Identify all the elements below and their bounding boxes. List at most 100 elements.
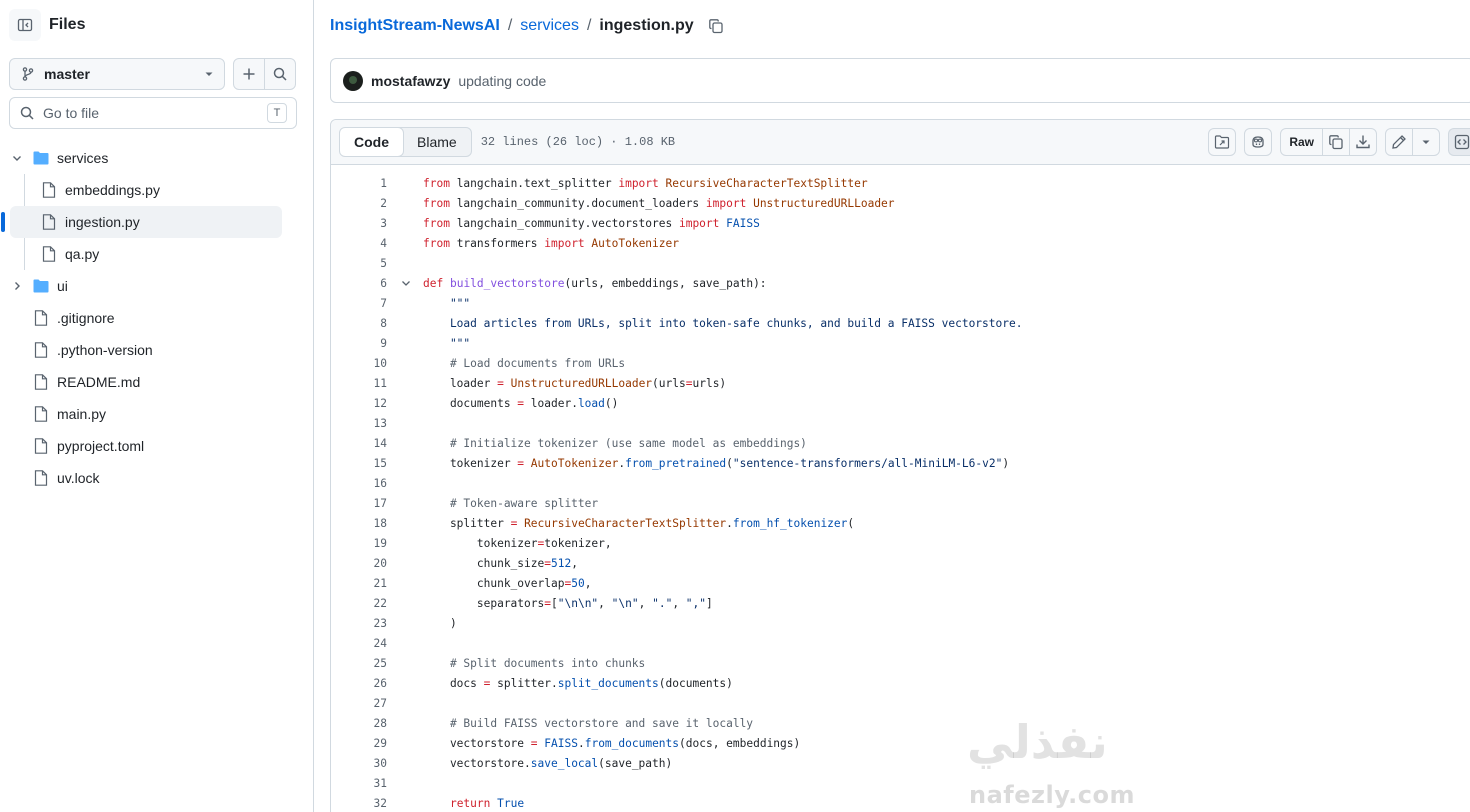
go-to-file-box: T xyxy=(9,97,297,129)
raw-actions-group: Raw xyxy=(1280,128,1377,156)
line-number[interactable]: 6 xyxy=(331,277,387,290)
open-symbols-button[interactable] xyxy=(1208,128,1237,156)
code-text: from transformers import AutoTokenizer xyxy=(423,236,679,250)
code-line: 10 # Load documents from URLs xyxy=(331,353,1470,373)
git-branch-icon xyxy=(22,67,34,81)
download-button[interactable] xyxy=(1349,128,1377,156)
tree-file-ingestion[interactable]: ingestion.py xyxy=(1,206,282,238)
copy-icon xyxy=(708,19,723,34)
add-file-button[interactable] xyxy=(233,58,265,90)
line-number[interactable]: 16 xyxy=(331,477,387,490)
code-text: from langchain_community.vectorstores im… xyxy=(423,216,760,230)
line-number[interactable]: 30 xyxy=(331,757,387,770)
avatar[interactable] xyxy=(343,70,363,91)
line-number[interactable]: 8 xyxy=(331,317,387,330)
code-line: 12 documents = loader.load() xyxy=(331,393,1470,413)
breadcrumb-repo-link[interactable]: InsightStream-NewsAI xyxy=(330,17,500,35)
code-line: 25 # Split documents into chunks xyxy=(331,653,1470,673)
code-text: def build_vectorstore(urls, embeddings, … xyxy=(423,276,767,290)
line-number[interactable]: 26 xyxy=(331,677,387,690)
copilot-button[interactable] xyxy=(1244,128,1273,156)
code-text: # Initialize tokenizer (use same model a… xyxy=(423,436,807,450)
line-number[interactable]: 23 xyxy=(331,617,387,630)
line-number[interactable]: 17 xyxy=(331,497,387,510)
line-number[interactable]: 1 xyxy=(331,177,387,190)
line-number[interactable]: 7 xyxy=(331,297,387,310)
breadcrumb-folder-link[interactable]: services xyxy=(520,17,579,35)
line-number[interactable]: 32 xyxy=(331,797,387,810)
line-number[interactable]: 15 xyxy=(331,457,387,470)
chevron-right-icon[interactable] xyxy=(10,279,24,293)
line-number[interactable]: 22 xyxy=(331,597,387,610)
line-number[interactable]: 28 xyxy=(331,717,387,730)
line-number[interactable]: 11 xyxy=(331,377,387,390)
line-number[interactable]: 24 xyxy=(331,637,387,650)
go-to-file-input[interactable] xyxy=(43,105,267,121)
branch-selector[interactable]: master xyxy=(9,58,225,90)
line-number[interactable]: 19 xyxy=(331,537,387,550)
code-line: 5 xyxy=(331,253,1470,273)
line-number[interactable]: 20 xyxy=(331,557,387,570)
commit-message[interactable]: updating code xyxy=(458,73,546,89)
tree-file-readme[interactable]: README.md xyxy=(0,366,300,398)
tree-file-qa[interactable]: qa.py xyxy=(0,238,300,270)
copy-raw-button[interactable] xyxy=(1322,128,1350,156)
tree-file-main[interactable]: main.py xyxy=(0,398,300,430)
code-line: 30 vectorstore.save_local(save_path) xyxy=(331,753,1470,773)
tree-file-gitignore[interactable]: .gitignore xyxy=(0,302,300,334)
code-line: 4 from transformers import AutoTokenizer xyxy=(331,233,1470,253)
line-number[interactable]: 14 xyxy=(331,437,387,450)
collapse-sidebar-button[interactable] xyxy=(9,9,41,41)
line-number[interactable]: 4 xyxy=(331,237,387,250)
triangle-down-icon xyxy=(1422,140,1430,144)
commit-author[interactable]: mostafawzy xyxy=(371,73,450,89)
code-line: 29 vectorstore = FAISS.from_documents(do… xyxy=(331,733,1470,753)
tree-file-python-version[interactable]: .python-version xyxy=(0,334,300,366)
tab-code[interactable]: Code xyxy=(339,128,404,156)
code-view[interactable]: 1 from langchain.text_splitter import Rec… xyxy=(331,165,1470,812)
tab-blame[interactable]: Blame xyxy=(403,128,471,156)
folder-open-icon xyxy=(33,151,49,165)
tree-file-pyproject[interactable]: pyproject.toml xyxy=(0,430,300,462)
caret-down-icon xyxy=(205,72,213,76)
tree-file-uv-lock[interactable]: uv.lock xyxy=(0,462,300,494)
edit-options-dropdown[interactable] xyxy=(1412,128,1440,156)
line-number[interactable]: 10 xyxy=(331,357,387,370)
line-number[interactable]: 18 xyxy=(331,517,387,530)
line-number[interactable]: 2 xyxy=(331,197,387,210)
file-icon xyxy=(42,246,56,262)
tree-file-embeddings[interactable]: embeddings.py xyxy=(0,174,300,206)
line-number[interactable]: 13 xyxy=(331,417,387,430)
code-text: splitter = RecursiveCharacterTextSplitte… xyxy=(423,516,855,530)
line-number[interactable]: 5 xyxy=(331,257,387,270)
chevron-down-icon[interactable] xyxy=(10,151,24,165)
fold-chevron-icon[interactable] xyxy=(399,276,413,290)
file-meta: 32 lines (26 loc) · 1.08 KB xyxy=(480,135,676,149)
line-number[interactable]: 25 xyxy=(331,657,387,670)
copy-path-button[interactable] xyxy=(708,18,724,34)
sidebar-collapse-icon xyxy=(17,18,33,32)
line-number[interactable]: 3 xyxy=(331,217,387,230)
code-line: 2 from langchain_community.document_loade… xyxy=(331,193,1470,213)
line-number[interactable]: 27 xyxy=(331,697,387,710)
tree-folder-services[interactable]: services xyxy=(0,142,300,174)
search-repo-button[interactable] xyxy=(264,58,296,90)
code-line: 9 """ xyxy=(331,333,1470,353)
line-number[interactable]: 29 xyxy=(331,737,387,750)
code-text: """ xyxy=(423,296,471,310)
file-tree: services embeddings.py ingestion.py qa.p… xyxy=(0,142,300,494)
raw-button[interactable]: Raw xyxy=(1280,128,1323,156)
sidebar-header: Files xyxy=(9,9,85,41)
line-number[interactable]: 21 xyxy=(331,577,387,590)
line-number[interactable]: 31 xyxy=(331,777,387,790)
line-number[interactable]: 12 xyxy=(331,397,387,410)
file-tree-sidebar: Files master T services embeddings.py in… xyxy=(0,0,314,812)
code-text: from langchain.text_splitter import Recu… xyxy=(423,176,868,190)
tree-folder-ui[interactable]: ui xyxy=(0,270,300,302)
edit-actions-group xyxy=(1385,128,1440,156)
code-text: return True xyxy=(449,796,525,810)
symbols-panel-button[interactable] xyxy=(1448,128,1470,156)
code-text: tokenizer = AutoTokenizer.from_pretraine… xyxy=(423,456,1010,470)
line-number[interactable]: 9 xyxy=(331,337,387,350)
edit-file-button[interactable] xyxy=(1385,128,1413,156)
